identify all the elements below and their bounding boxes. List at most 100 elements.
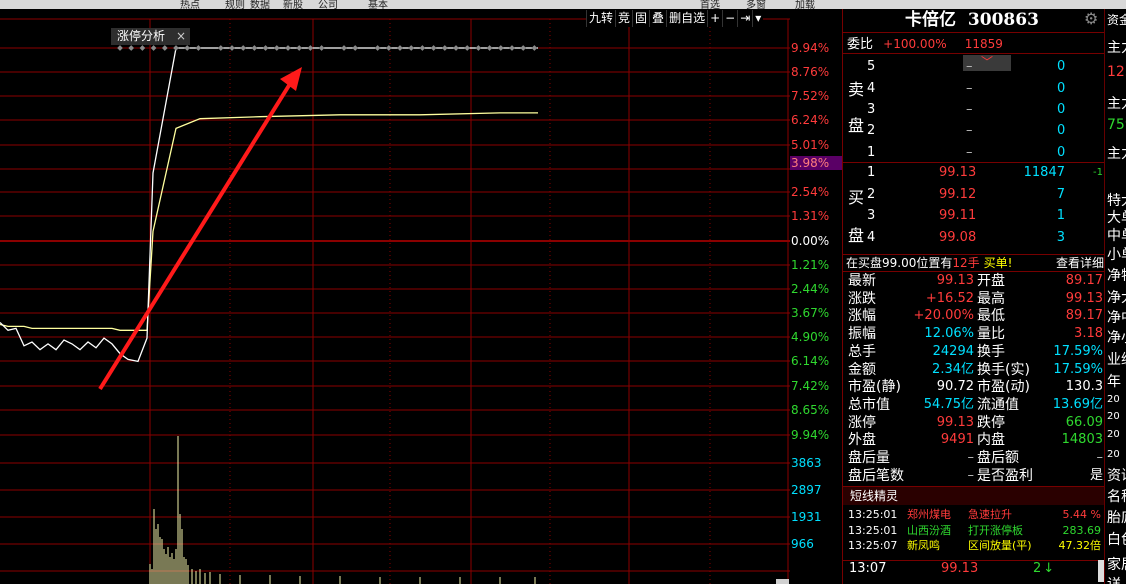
- level-price: –: [966, 102, 973, 117]
- side-info-item: 主力: [1107, 146, 1126, 162]
- overlay-button[interactable]: 叠: [649, 10, 666, 27]
- menu-item[interactable]: 加载: [795, 0, 815, 9]
- quote-value: 89.17: [1065, 308, 1103, 324]
- quote-label: 量比: [977, 326, 1005, 343]
- limit-up-marker: [173, 45, 179, 51]
- top-menu-bar: 热点 规则 数据 新股 公司 基本 首选 多窗 加载: [0, 0, 1126, 9]
- level-price: –: [966, 145, 973, 160]
- level-price: 99.13: [939, 165, 977, 180]
- spirit-value: 47.32倍: [1058, 539, 1102, 552]
- tick-volume: 2 ↓: [1033, 560, 1054, 578]
- expand-icon[interactable]: ⇥: [737, 10, 752, 27]
- pin-button[interactable]: 固: [632, 10, 649, 27]
- view-detail-link[interactable]: 查看详细: [1056, 254, 1104, 272]
- quote-label: 盘后额: [977, 450, 1019, 466]
- side-info-item: 白色: [1107, 532, 1126, 548]
- gear-icon[interactable]: ⚙: [1084, 10, 1098, 28]
- spirit-stock: 山西汾酒: [907, 523, 951, 537]
- menu-item[interactable]: 基本: [368, 0, 388, 9]
- limit-up-marker: [184, 45, 191, 51]
- intraday-chart[interactable]: [0, 9, 790, 584]
- jiuzhuan-button[interactable]: 九转: [586, 10, 615, 27]
- spirit-stock: 郑州煤电: [907, 508, 951, 521]
- quote-value: 是: [1089, 467, 1103, 483]
- stock-name: 卡倍亿: [905, 10, 956, 30]
- side-info-item: 净大: [1107, 290, 1126, 306]
- menu-item[interactable]: 公司: [318, 0, 338, 9]
- buy-level-row: 3 99.11 1: [843, 207, 1105, 225]
- quote-value: 54.75亿: [923, 396, 974, 412]
- side-info-item: 资金: [1107, 13, 1126, 27]
- level-price: –: [966, 59, 973, 74]
- limit-up-marker: [285, 45, 291, 51]
- average-price-line: [0, 112, 538, 331]
- spirit-value: 283.69: [1062, 523, 1102, 537]
- limit-up-marker: [307, 45, 314, 51]
- limit-up-marker: [531, 45, 538, 51]
- level-volume: 1: [1056, 208, 1065, 223]
- tick-vol: 2: [1033, 561, 1042, 576]
- quote-value: 9491: [940, 432, 974, 448]
- menu-item[interactable]: 多窗: [746, 0, 766, 9]
- axis-pct-label: 9.94%: [791, 41, 830, 55]
- quote-row: 涨停 99.13 跌停 66.09: [843, 414, 1105, 432]
- spirit-row[interactable]: 13:25:07 新凤鸣 区间放量(平) 47.32倍: [843, 538, 1105, 553]
- limit-up-marker: [430, 45, 437, 51]
- spirit-row[interactable]: 13:25:01 山西汾酒 打开涨停板 283.69: [843, 523, 1105, 538]
- level-num: 1: [867, 165, 876, 180]
- limit-up-marker: [509, 45, 515, 51]
- quote-value: 89.17: [1065, 273, 1103, 288]
- auction-button[interactable]: 竞: [615, 10, 632, 27]
- level-delta: -1: [1093, 167, 1103, 178]
- axis-pct-label: 8.65%: [791, 403, 830, 417]
- limit-up-analysis-tag[interactable]: 涨停分析 ×: [111, 28, 190, 45]
- quote-label: 总市值: [848, 396, 890, 413]
- level-num: 3: [867, 102, 876, 117]
- menu-item[interactable]: 首选: [700, 0, 720, 9]
- limit-up-marker: [397, 45, 403, 51]
- chevron-down-icon[interactable]: ▾: [752, 10, 763, 27]
- quote-value: 2.34亿: [932, 361, 974, 377]
- side-info-item: 净特: [1107, 268, 1126, 284]
- quote-row: 金额 2.34亿 换手(实) 17.59%: [843, 361, 1105, 379]
- side-info-item: 净中: [1107, 310, 1126, 326]
- quote-value: 99.13: [936, 414, 974, 430]
- buy-level-row: 1 99.13 11847 -1: [843, 164, 1105, 182]
- menu-item[interactable]: 规则: [225, 0, 245, 9]
- menu-item[interactable]: 热点: [180, 0, 200, 9]
- quote-label: 换手(实): [977, 361, 1030, 378]
- level-volume: 0: [1057, 81, 1066, 96]
- limit-up-marker: [195, 45, 202, 51]
- limit-up-marker: [128, 45, 135, 51]
- menu-item[interactable]: 新股: [283, 0, 303, 9]
- quote-value: –: [967, 450, 975, 465]
- spirit-stock: 新凤鸣: [907, 539, 940, 552]
- quote-label: 最低: [977, 308, 1005, 325]
- level-num: 2: [867, 123, 876, 138]
- volume-axis-label: 1931: [791, 510, 822, 524]
- remove-watchlist-button[interactable]: 删自选: [666, 10, 707, 27]
- level-volume: 0: [1057, 145, 1066, 160]
- axis-pct-label: 1.31%: [791, 209, 830, 223]
- plus-icon[interactable]: +: [707, 10, 722, 27]
- weibi-num: 11859: [964, 37, 1003, 51]
- volume-axis-label: 3863: [791, 456, 822, 470]
- menu-item[interactable]: 数据: [250, 0, 270, 9]
- close-icon[interactable]: ×: [176, 28, 186, 45]
- minus-icon[interactable]: −: [722, 10, 737, 27]
- limit-up-marker: [117, 45, 123, 51]
- axis-pct-label: 4.90%: [791, 330, 830, 344]
- scroll-corner[interactable]: [776, 579, 789, 584]
- axis-pct-label: 8.76%: [791, 65, 830, 79]
- level-num: 1: [867, 145, 876, 160]
- limit-up-marker: [374, 45, 381, 51]
- tick-time: 13:07: [849, 561, 887, 576]
- side-info-item: 小单: [1107, 247, 1126, 263]
- side-info-item: 主力: [1107, 96, 1126, 112]
- side-info-item: 家居: [1107, 557, 1126, 573]
- quote-value: 13.69亿: [1052, 396, 1103, 412]
- spirit-event: 区间放量(平): [968, 539, 1032, 552]
- level-num: 4: [867, 81, 876, 96]
- spirit-row[interactable]: 13:25:01 郑州煤电 急速拉升 5.44 %: [843, 507, 1105, 522]
- quote-value: 12.06%: [924, 326, 974, 342]
